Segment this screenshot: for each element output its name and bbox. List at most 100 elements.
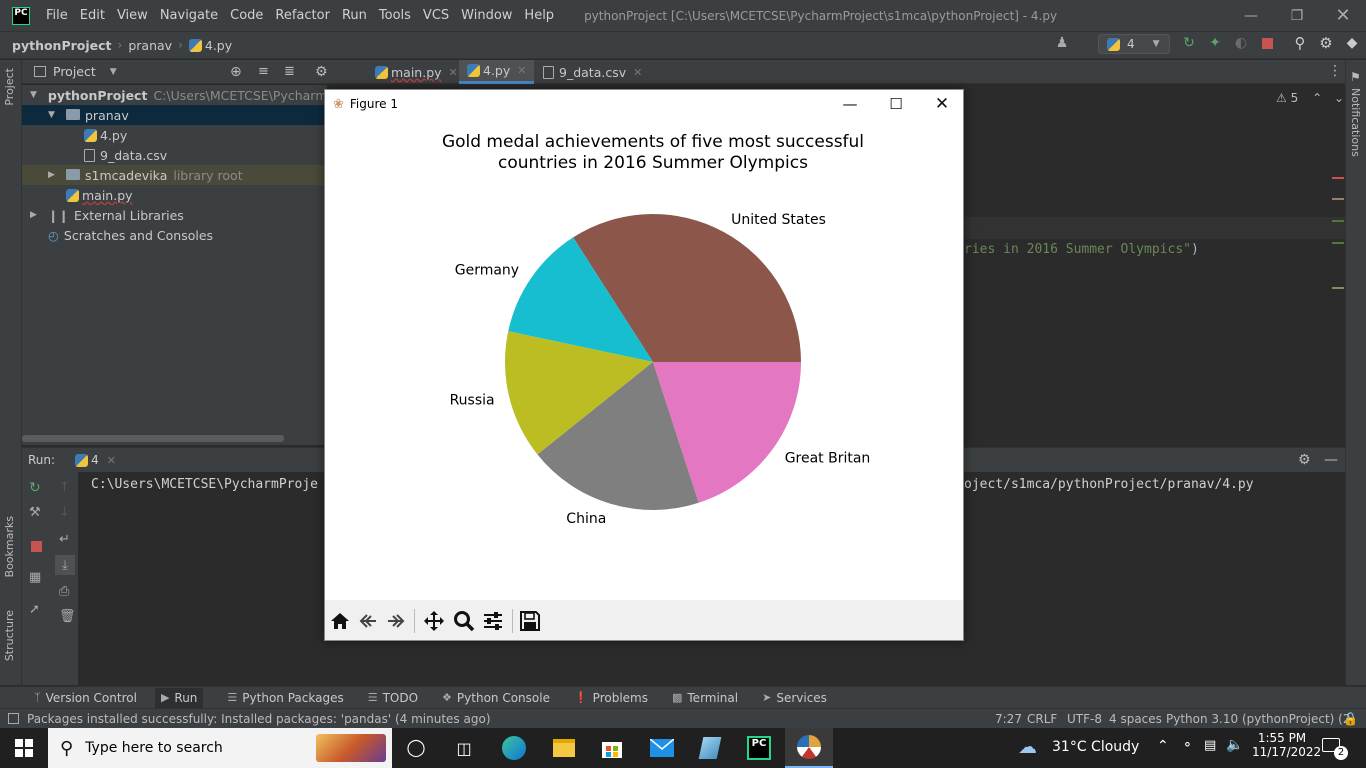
tree-item-4py[interactable]: 4.py xyxy=(22,125,327,145)
minimize-button[interactable]: — xyxy=(827,90,873,118)
locate-icon[interactable]: ⊕ xyxy=(230,64,242,80)
close-button[interactable]: ✕ xyxy=(1320,0,1366,31)
caret-position[interactable]: 7:27 xyxy=(995,712,1022,726)
cortana-icon[interactable]: ◯ xyxy=(392,728,440,768)
wrench-icon[interactable]: ⚒ xyxy=(29,505,41,520)
settings-gear-icon[interactable]: ⚙ xyxy=(1298,452,1311,468)
task-view-icon[interactable]: ◫ xyxy=(440,728,488,768)
coverage-icon[interactable]: ◐ xyxy=(1233,35,1249,51)
menu-help[interactable]: Help xyxy=(524,8,554,23)
tree-item-csv[interactable]: 9_data.csv xyxy=(22,145,327,165)
microsoft-store-icon[interactable] xyxy=(588,728,636,768)
indent-setting[interactable]: 4 spaces xyxy=(1109,712,1162,726)
tree-item-s1mcadevika[interactable]: ▶ s1mcadevika library root xyxy=(22,165,327,185)
run-configuration-selector[interactable]: 4 ▼ xyxy=(1098,34,1170,54)
network-icon[interactable]: ⚬ xyxy=(1182,738,1193,753)
configure-subplots-icon[interactable] xyxy=(481,609,505,633)
error-mark[interactable] xyxy=(1332,177,1344,179)
warning-mark[interactable] xyxy=(1332,198,1344,200)
layout-icon[interactable]: ▦ xyxy=(29,570,41,585)
show-hidden-icons-chevron-icon[interactable]: ⌃ xyxy=(1157,738,1169,754)
home-icon[interactable] xyxy=(328,609,352,633)
settings-gear-icon[interactable]: ⚙ xyxy=(1318,34,1334,52)
python-interpreter[interactable]: Python 3.10 (pythonProject) (2) xyxy=(1166,712,1355,726)
up-arrow-icon[interactable]: ↑ xyxy=(59,480,70,495)
close-tab-icon[interactable]: ✕ xyxy=(517,64,526,77)
menu-edit[interactable]: Edit xyxy=(80,8,105,23)
hide-panel-icon[interactable]: — xyxy=(1324,452,1338,468)
line-separator[interactable]: CRLF xyxy=(1027,712,1057,726)
change-mark[interactable] xyxy=(1332,242,1344,244)
menu-tools[interactable]: Tools xyxy=(379,8,411,23)
warning-mark[interactable] xyxy=(1332,287,1344,289)
pycharm-taskbar-icon[interactable]: PC xyxy=(735,728,783,768)
display-icon[interactable]: ▤ xyxy=(1204,738,1216,753)
horizontal-scrollbar[interactable] xyxy=(22,435,284,442)
expanded-arrow-icon[interactable]: ▼ xyxy=(30,90,37,100)
jetbrains-logo-icon[interactable]: ◆ xyxy=(1344,35,1360,51)
save-floppy-icon[interactable] xyxy=(518,609,542,633)
weather-text[interactable]: 31°C Cloudy xyxy=(1052,739,1139,755)
close-button[interactable]: ✕ xyxy=(919,90,965,118)
pan-move-icon[interactable] xyxy=(422,609,446,633)
restore-button[interactable]: ❐ xyxy=(1274,0,1320,31)
mail-icon[interactable] xyxy=(638,728,686,768)
status-message[interactable]: Packages installed successfully: Install… xyxy=(27,712,491,726)
matplotlib-taskbar-icon[interactable] xyxy=(785,728,833,768)
close-tab-icon[interactable]: ✕ xyxy=(107,454,116,467)
error-stripe[interactable] xyxy=(1330,85,1345,445)
run-tab-label[interactable]: 4 xyxy=(91,453,99,467)
file-encoding[interactable]: UTF-8 xyxy=(1067,712,1102,726)
tool-tab-notifications[interactable]: Notifications xyxy=(1349,88,1362,157)
tool-tab-bookmarks[interactable]: Bookmarks xyxy=(3,516,16,577)
back-arrow-icon[interactable] xyxy=(356,609,380,633)
tool-tab-terminal[interactable]: ▩ Terminal xyxy=(672,691,738,705)
zoom-magnifier-icon[interactable] xyxy=(452,609,476,633)
volume-icon[interactable]: 🔈 xyxy=(1226,737,1243,753)
notifications-bell-icon[interactable]: ⚑ xyxy=(1350,70,1361,84)
tab-main-py[interactable]: main.py ✕ xyxy=(367,60,466,84)
code-line[interactable]: ries in 2016 Summer Olympics") xyxy=(964,242,1199,257)
tool-tab-structure[interactable]: Structure xyxy=(3,610,16,661)
stop-icon[interactable] xyxy=(1259,35,1275,51)
chevron-down-icon[interactable]: ▼ xyxy=(110,67,117,77)
breadcrumb-project[interactable]: pythonProject xyxy=(12,38,112,53)
file-explorer-icon[interactable] xyxy=(540,728,588,768)
expanded-arrow-icon[interactable]: ▼ xyxy=(48,110,60,120)
minimize-button[interactable]: — xyxy=(1228,0,1274,31)
menu-navigate[interactable]: Navigate xyxy=(160,8,218,23)
stop-icon[interactable] xyxy=(31,541,42,552)
project-panel-title[interactable]: Project xyxy=(53,64,96,79)
user-icon[interactable]: ♟ xyxy=(1054,35,1070,51)
change-mark[interactable] xyxy=(1332,220,1344,222)
windows-start-icon[interactable] xyxy=(0,728,48,768)
forward-arrow-icon[interactable] xyxy=(384,609,408,633)
taskbar-search-box[interactable]: ⚲ Type here to search xyxy=(48,728,392,768)
close-tab-icon[interactable]: ✕ xyxy=(449,66,458,79)
debug-icon[interactable]: ✦ xyxy=(1207,35,1223,51)
tree-item-pranav[interactable]: ▼ pranav xyxy=(22,105,327,125)
tab-4-py[interactable]: 4.py ✕ xyxy=(459,60,535,84)
clock[interactable]: 1:55 PM 11/17/2022 xyxy=(1252,731,1321,759)
breadcrumb-folder[interactable]: pranav xyxy=(128,38,172,53)
menu-view[interactable]: View xyxy=(117,8,148,23)
panel-toggle-icon[interactable] xyxy=(8,713,19,724)
collapsed-arrow-icon[interactable]: ▶ xyxy=(48,170,60,180)
menu-vcs[interactable]: VCS xyxy=(423,8,449,23)
options-gear-icon[interactable]: ⚙ xyxy=(315,64,328,80)
soft-wrap-icon[interactable]: ↵ xyxy=(59,532,70,547)
tool-tab-python-packages[interactable]: ☰ Python Packages xyxy=(227,691,343,705)
down-arrow-icon[interactable]: ↓ xyxy=(59,505,70,520)
trash-icon[interactable]: 🗑 xyxy=(59,609,76,624)
tree-item-root[interactable]: ▼ pythonProject C:\Users\MCETCSE\Pycharm… xyxy=(22,85,327,105)
menu-refactor[interactable]: Refactor xyxy=(275,8,330,23)
rerun-icon[interactable]: ↻ xyxy=(29,480,41,496)
search-icon[interactable]: ⚲ xyxy=(1292,34,1308,52)
tool-tab-services[interactable]: ➤ Services xyxy=(762,691,827,705)
more-options-icon[interactable]: ⋮ xyxy=(1328,63,1342,79)
expand-all-icon[interactable]: ≡ xyxy=(258,64,269,79)
tool-tab-version-control[interactable]: ᛉ Version Control xyxy=(34,691,137,705)
tree-item-main[interactable]: main.py xyxy=(22,185,327,205)
menu-run[interactable]: Run xyxy=(342,8,367,23)
maximize-button[interactable]: ☐ xyxy=(873,90,919,118)
